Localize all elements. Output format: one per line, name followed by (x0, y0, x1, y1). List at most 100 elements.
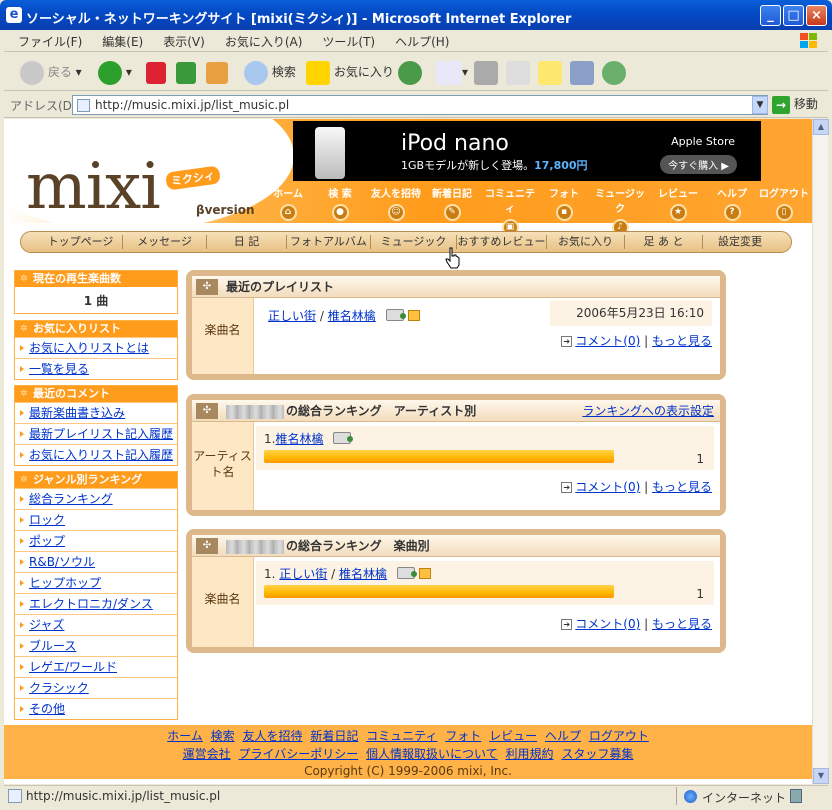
ranking-artist-link[interactable]: 椎名林檎 (275, 432, 323, 446)
ranking-artist-link[interactable]: 椎名林檎 (339, 567, 387, 581)
artist-ranking-comment-link[interactable]: コメント(0) (575, 480, 640, 494)
sidebar-item-classic[interactable]: クラシック (15, 677, 177, 698)
playlist-more-link[interactable]: もっと見る (652, 334, 712, 348)
menu-help[interactable]: ヘルプ(H) (381, 30, 455, 50)
menu-favorites[interactable]: お気に入り(A) (211, 30, 309, 50)
sidebar-item-jazz[interactable]: ジャズ (15, 614, 177, 635)
subnav-favorites[interactable]: お気に入り (547, 235, 625, 249)
sidebar-item-latest-playlist-history[interactable]: 最新プレイリスト記入履歴 (15, 423, 177, 444)
ipod-banner-ad[interactable]: iPod nano 1GBモデルが新しく登場。17,800円 Apple Sto… (293, 121, 761, 181)
subnav-message[interactable]: メッセージ (123, 235, 207, 249)
add-favorite-icon[interactable] (418, 568, 431, 579)
menu-view[interactable]: 表示(V) (149, 30, 211, 50)
sidebar-item-overall-ranking[interactable]: 総合ランキング (15, 488, 177, 509)
nav-community[interactable]: コミュニティ ▣ (482, 185, 538, 236)
mail-button[interactable]: ▾ (436, 58, 468, 86)
stop-button[interactable] (146, 58, 166, 86)
play-icon[interactable] (385, 309, 406, 321)
playlist-comment-link[interactable]: コメント(0) (575, 334, 640, 348)
nav-invite[interactable]: 友人を招待 ☺ (368, 185, 424, 221)
ranking-display-setting-link[interactable]: ランキングへの表示設定 (582, 400, 714, 422)
sidebar-item-blues[interactable]: ブルース (15, 635, 177, 656)
nav-search[interactable]: 検 索 ● (312, 185, 368, 221)
song-link[interactable]: 正しい街 (268, 309, 316, 323)
close-button[interactable]: × (806, 5, 827, 26)
nav-review[interactable]: レビュー ★ (650, 185, 706, 221)
footer-personal-info-link[interactable]: 個人情報取扱いについて (366, 747, 498, 761)
nav-new-diary[interactable]: 新着日記 ✎ (424, 185, 480, 221)
ranking-song-link[interactable]: 正しい街 (279, 567, 327, 581)
sidebar-item-favorites-list[interactable]: 一覧を見る (15, 358, 177, 379)
scroll-down-arrow-icon[interactable]: ▼ (813, 768, 829, 784)
address-dropdown-button[interactable]: ▼ (752, 96, 768, 114)
resize-grip-icon[interactable] (790, 789, 802, 803)
footer-community-link[interactable]: コミュニティ (366, 729, 437, 743)
song-ranking-comment-link[interactable]: コメント(0) (575, 617, 640, 631)
artist-link[interactable]: 椎名林檎 (328, 309, 376, 323)
edit-button[interactable] (506, 58, 530, 86)
print-button[interactable] (474, 58, 498, 86)
forward-button[interactable]: ▾ (98, 58, 132, 86)
artist-ranking-more-link[interactable]: もっと見る (652, 480, 712, 494)
messenger-button[interactable] (602, 58, 626, 86)
song-ranking-more-link[interactable]: もっと見る (652, 617, 712, 631)
favorites-button[interactable]: お気に入り (306, 58, 394, 86)
subnav-photo-album[interactable]: フォトアルバム (287, 235, 371, 249)
play-icon[interactable] (396, 567, 417, 579)
vertical-scrollbar[interactable]: ▲ ▼ (812, 119, 829, 784)
play-icon[interactable] (333, 432, 354, 444)
scroll-up-arrow-icon[interactable]: ▲ (813, 119, 829, 135)
sidebar-item-rock[interactable]: ロック (15, 509, 177, 530)
go-button[interactable]: → 移動 (772, 95, 818, 115)
sidebar-item-other[interactable]: その他 (15, 698, 177, 719)
nav-logout[interactable]: ログアウト ▯ (756, 185, 812, 221)
footer-photo-link[interactable]: フォト (445, 729, 481, 743)
footer-review-link[interactable]: レビュー (489, 729, 537, 743)
sidebar-item-electronica-dance[interactable]: エレクトロニカ/ダンス (15, 593, 177, 614)
footer-new-diary-link[interactable]: 新着日記 (310, 729, 358, 743)
menu-edit[interactable]: 編集(E) (88, 30, 149, 50)
maximize-button[interactable]: □ (783, 5, 804, 26)
nav-help[interactable]: ヘルプ? (704, 185, 760, 221)
footer-logout-link[interactable]: ログアウト (589, 729, 649, 743)
menu-file[interactable]: ファイル(F) (4, 30, 88, 50)
subnav-footprints[interactable]: 足 あ と (625, 235, 703, 249)
footer-company-link[interactable]: 運営会社 (183, 747, 231, 761)
refresh-button[interactable] (176, 58, 196, 86)
minimize-button[interactable]: _ (760, 5, 781, 26)
history-button[interactable] (398, 58, 422, 86)
nav-photo[interactable]: フォト ▪ (536, 185, 592, 221)
home-button[interactable] (206, 58, 228, 86)
add-favorite-icon[interactable] (407, 310, 420, 321)
sidebar-item-latest-song-posts[interactable]: 最新楽曲書き込み (15, 402, 177, 423)
subnav-settings[interactable]: 設定変更 (703, 235, 777, 249)
subnav-diary[interactable]: 日 記 (207, 235, 287, 249)
mixi-logo[interactable]: mixi (26, 155, 161, 219)
back-button[interactable]: 戻る ▾ (20, 58, 82, 86)
sidebar-item-rnb-soul[interactable]: R&B/ソウル (15, 551, 177, 572)
now-playing-box: 現在の再生楽曲数 1 曲 (14, 270, 178, 314)
footer-help-link[interactable]: ヘルプ (545, 729, 581, 743)
footer-search-link[interactable]: 検索 (211, 729, 235, 743)
buy-now-button[interactable]: 今すぐ購入 ▶ (660, 155, 737, 174)
discuss-button[interactable] (538, 58, 562, 86)
footer-privacy-link[interactable]: プライバシーポリシー (238, 747, 358, 761)
footer-invite-link[interactable]: 友人を招待 (242, 729, 302, 743)
sidebar-item-favorites-about[interactable]: お気に入りリストとは (15, 337, 177, 358)
sidebar-item-pop[interactable]: ポップ (15, 530, 177, 551)
nav-music[interactable]: ミュージック ♪ (592, 185, 648, 236)
footer-terms-link[interactable]: 利用規約 (506, 747, 554, 761)
subnav-recommended-review[interactable]: おすすめレビュー (457, 235, 547, 249)
sidebar-item-reggae-world[interactable]: レゲエ/ワールド (15, 656, 177, 677)
subnav-top[interactable]: トップページ (39, 235, 123, 249)
footer-recruit-link[interactable]: スタッフ募集 (561, 747, 633, 761)
search-button[interactable]: 検索 (244, 58, 296, 86)
footer-home-link[interactable]: ホーム (167, 729, 203, 743)
menu-tools[interactable]: ツール(T) (308, 30, 381, 50)
nav-home[interactable]: ホーム ⌂ (260, 185, 316, 221)
address-input[interactable]: http://music.mixi.jp/list_music.pl (72, 95, 768, 115)
window-titlebar[interactable]: e ソーシャル・ネットワーキングサイト [mixi(ミクシィ)] - Micro… (0, 0, 832, 30)
sidebar-item-favorites-history[interactable]: お気に入りリスト記入履歴 (15, 444, 177, 465)
research-button[interactable] (570, 58, 594, 86)
sidebar-item-hiphop[interactable]: ヒップホップ (15, 572, 177, 593)
